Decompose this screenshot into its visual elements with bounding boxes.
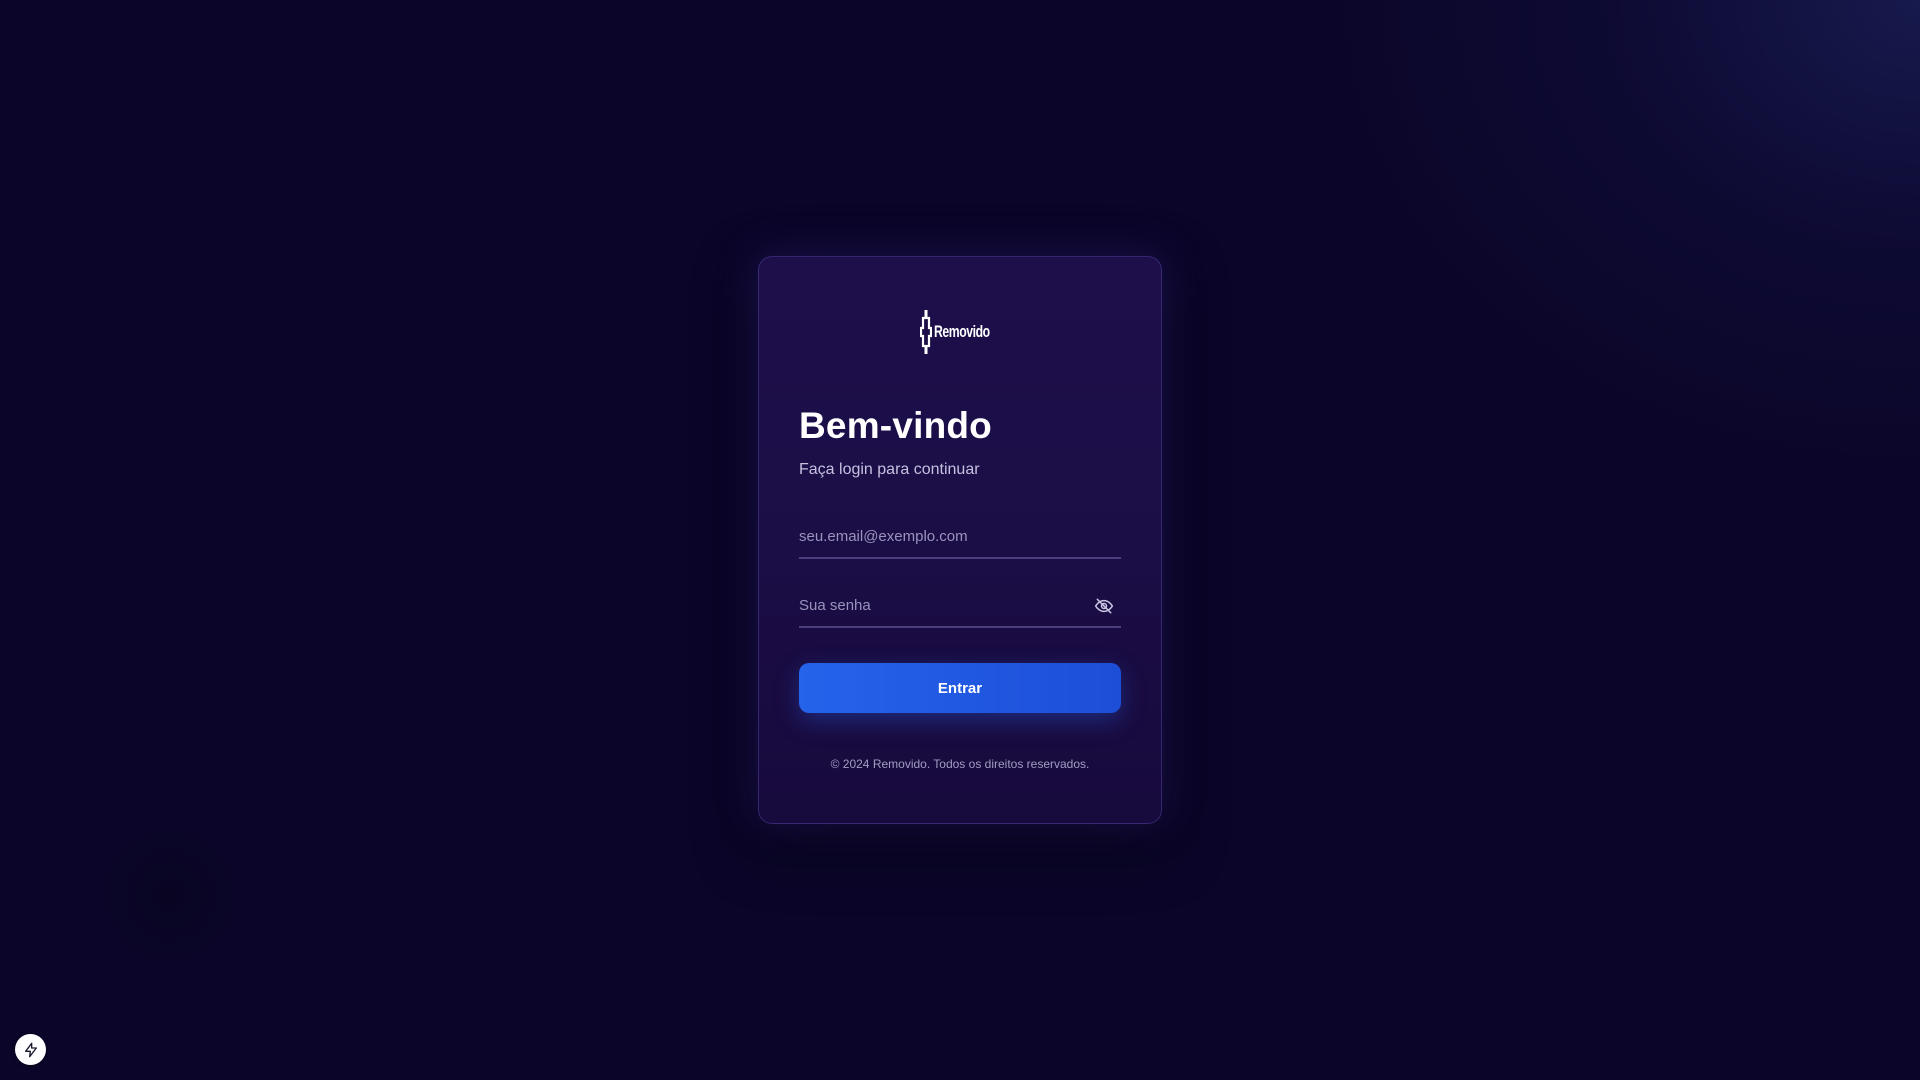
login-card: Removido Bem-vindo Faça login para conti… [758, 256, 1162, 824]
eye-off-icon [1094, 598, 1114, 614]
page-subtitle: Faça login para continuar [799, 461, 980, 478]
brand-logo-text: Removido [934, 322, 991, 341]
email-field[interactable] [799, 515, 1121, 557]
corner-lightning-button[interactable] [15, 1034, 46, 1065]
bracket-logo-icon [920, 310, 933, 354]
copyright-text: © 2024 Removido. Todos os direitos reser… [830, 757, 1090, 771]
lightning-icon [24, 1042, 37, 1057]
email-field-wrapper [799, 515, 1121, 559]
login-submit-button[interactable]: Entrar [799, 663, 1121, 713]
toggle-password-visibility-button[interactable] [1093, 595, 1115, 617]
password-field[interactable] [799, 584, 1121, 626]
password-field-wrapper [799, 584, 1121, 628]
page-title: Bem-vindo [799, 405, 992, 446]
brand-logo: Removido [759, 309, 1161, 355]
